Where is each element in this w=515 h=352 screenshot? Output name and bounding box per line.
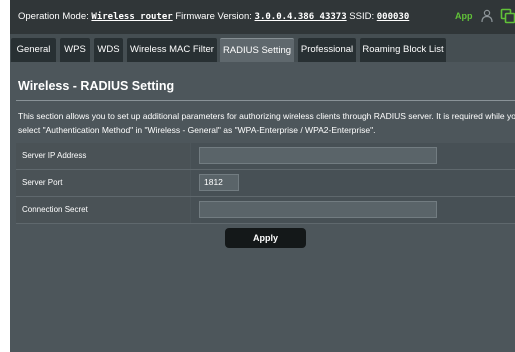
apply-button[interactable]: Apply [225,228,306,248]
status-text: Operation Mode: Wireless router Firmware… [18,11,409,22]
server-ip-input[interactable] [199,147,437,164]
connection-secret-row: Connection Secret [16,197,515,224]
tab-wps[interactable]: WPS [60,38,90,62]
router-admin-page: Operation Mode: Wireless router Firmware… [0,0,515,352]
server-port-input[interactable]: 1812 [199,174,239,191]
user-icon[interactable] [480,9,494,23]
firmware-link[interactable]: 3.0.0.4.386_43373 [255,12,347,22]
server-ip-cell [191,143,515,169]
ssid-link[interactable]: 000030 [377,12,410,22]
server-ip-label: Server IP Address [16,143,190,169]
title-divider [16,100,515,101]
tab-wds[interactable]: WDS [94,38,123,62]
operation-mode-link[interactable]: Wireless router [91,12,172,22]
connection-secret-label: Connection Secret [16,197,190,223]
operation-mode-label: Operation Mode: [18,11,89,22]
status-bar: Operation Mode: Wireless router Firmware… [10,0,515,34]
tab-roaming-block-list[interactable]: Roaming Block List [360,38,446,62]
connection-secret-cell [191,197,515,223]
tab-general[interactable]: General [11,38,56,62]
radius-form: Server IP Address Server Port 1812 Conne… [16,143,515,224]
copy-icon[interactable] [500,8,515,24]
ssid-label: SSID: [349,11,375,22]
content-area: Wireless - RADIUS Setting This section a… [10,62,515,352]
page-title: Wireless - RADIUS Setting [18,79,175,93]
server-ip-row: Server IP Address [16,143,515,170]
tab-radius-setting[interactable]: RADIUS Setting [220,38,294,62]
server-port-row: Server Port 1812 [16,170,515,197]
connection-secret-input[interactable] [199,201,437,218]
tab-professional[interactable]: Professional [298,38,356,62]
page-description: This section allows you to set up additi… [18,111,515,135]
server-port-cell: 1812 [191,170,515,196]
tab-wireless-mac-filter[interactable]: Wireless MAC Filter [127,38,217,62]
tab-bar: General WPS WDS Wireless MAC Filter RADI… [10,34,515,62]
main-panel: Operation Mode: Wireless router Firmware… [10,0,515,352]
server-port-label: Server Port [16,170,190,196]
firmware-label: Firmware Version: [175,11,252,22]
app-link[interactable]: App [455,11,473,21]
